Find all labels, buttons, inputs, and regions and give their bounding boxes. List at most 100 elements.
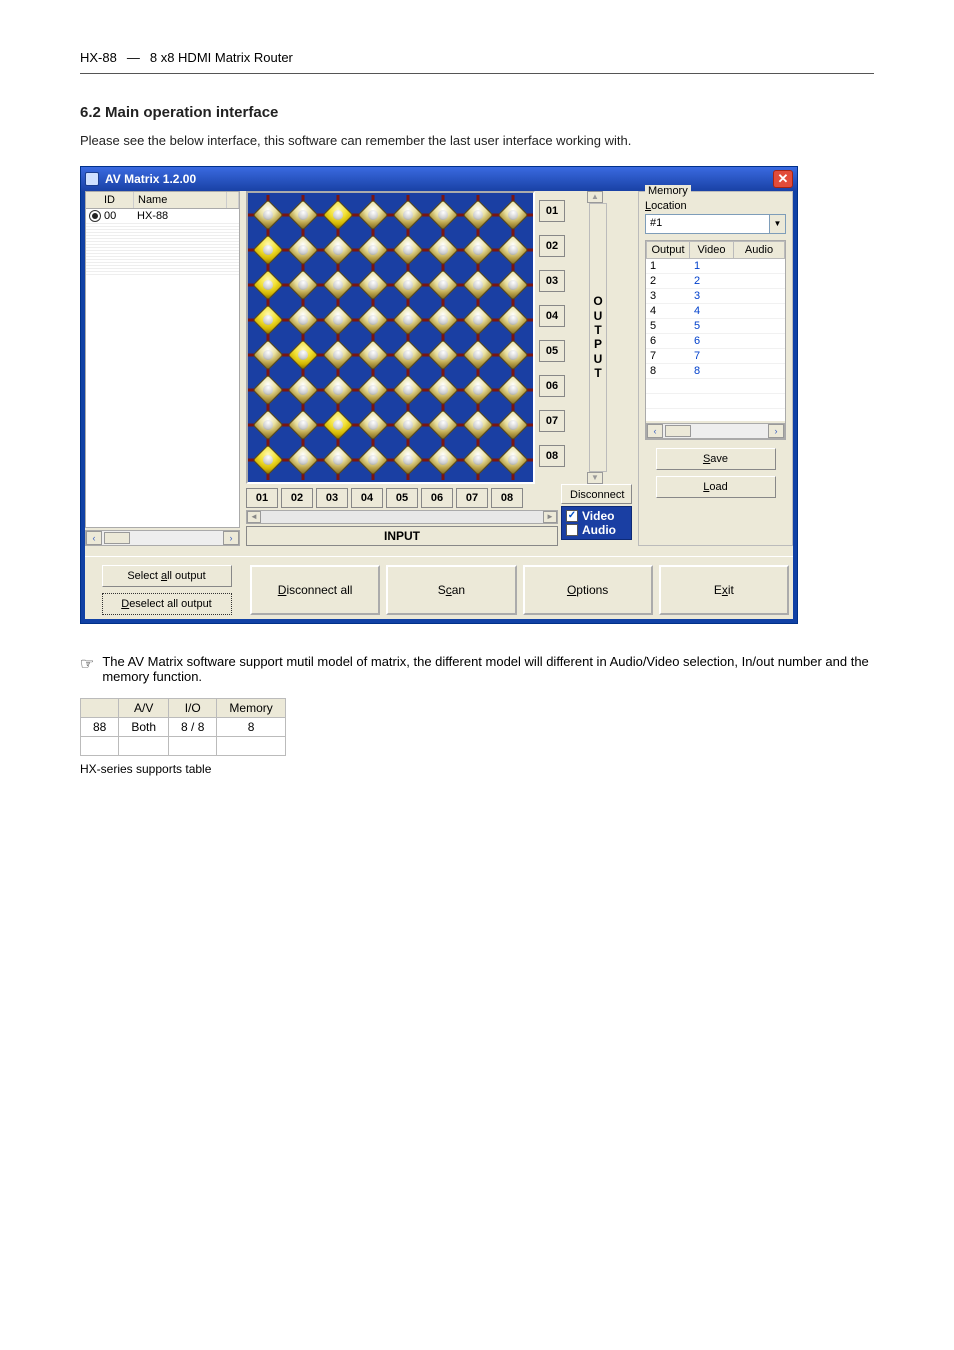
matrix-node[interactable]	[462, 409, 494, 441]
chevron-left-icon[interactable]: ‹	[86, 531, 102, 545]
matrix-node[interactable]	[497, 304, 529, 336]
matrix-node[interactable]	[357, 444, 389, 476]
matrix-node[interactable]	[392, 374, 424, 406]
matrix-node[interactable]	[287, 269, 319, 301]
memory-row[interactable]: 33	[646, 289, 785, 304]
output-label[interactable]: 01	[539, 200, 565, 222]
input-label[interactable]: 01	[246, 488, 278, 508]
output-label[interactable]: 08	[539, 445, 565, 467]
memory-row[interactable]: 11	[646, 259, 785, 274]
chevron-right-icon[interactable]: ›	[223, 531, 239, 545]
matrix-node[interactable]	[357, 304, 389, 336]
memory-row[interactable]: 88	[646, 364, 785, 379]
chevron-down-icon[interactable]: ▼	[587, 472, 603, 484]
device-row[interactable]	[86, 272, 239, 275]
matrix-node[interactable]	[427, 339, 459, 371]
matrix-node[interactable]	[357, 269, 389, 301]
matrix-node[interactable]	[392, 234, 424, 266]
matrix-node[interactable]	[497, 199, 529, 231]
scan-button[interactable]: Scan	[386, 565, 516, 615]
matrix-node[interactable]	[462, 199, 494, 231]
matrix-node[interactable]	[252, 304, 284, 336]
matrix-node[interactable]	[322, 374, 354, 406]
matrix-node[interactable]	[322, 339, 354, 371]
matrix-node[interactable]	[497, 269, 529, 301]
chevron-left-icon[interactable]: ‹	[647, 424, 663, 438]
matrix-node[interactable]	[252, 234, 284, 266]
matrix-node[interactable]	[392, 199, 424, 231]
matrix-node[interactable]	[497, 444, 529, 476]
chevron-right-icon[interactable]: ►	[543, 511, 557, 523]
memory-col-output[interactable]: Output	[646, 241, 690, 259]
memory-col-video[interactable]: Video	[690, 241, 734, 259]
matrix-node[interactable]	[497, 374, 529, 406]
device-col-name[interactable]: Name	[134, 192, 227, 208]
matrix-node[interactable]	[357, 199, 389, 231]
matrix-node[interactable]	[287, 444, 319, 476]
matrix-node[interactable]	[252, 444, 284, 476]
input-label[interactable]: 02	[281, 488, 313, 508]
memory-row[interactable]: 55	[646, 319, 785, 334]
output-label[interactable]: 04	[539, 305, 565, 327]
matrix-node[interactable]	[357, 339, 389, 371]
matrix-node[interactable]	[287, 339, 319, 371]
matrix-node[interactable]	[322, 444, 354, 476]
input-label[interactable]: 03	[316, 488, 348, 508]
memory-row[interactable]: 77	[646, 349, 785, 364]
location-combo[interactable]: #1 ▼	[645, 214, 786, 234]
matrix-node[interactable]	[252, 409, 284, 441]
matrix-node[interactable]	[427, 374, 459, 406]
input-label[interactable]: 04	[351, 488, 383, 508]
memory-row[interactable]: 44	[646, 304, 785, 319]
radio-icon[interactable]	[89, 210, 101, 222]
matrix-node[interactable]	[392, 339, 424, 371]
matrix-node[interactable]	[357, 409, 389, 441]
matrix-node[interactable]	[252, 339, 284, 371]
output-label[interactable]: 07	[539, 410, 565, 432]
matrix-node[interactable]	[287, 304, 319, 336]
load-button[interactable]: Load	[656, 476, 776, 498]
memory-col-audio[interactable]: Audio	[734, 241, 785, 259]
output-label[interactable]: 05	[539, 340, 565, 362]
matrix-node[interactable]	[497, 409, 529, 441]
input-label[interactable]: 07	[456, 488, 488, 508]
chevron-left-icon[interactable]: ◄	[247, 511, 261, 523]
matrix-node[interactable]	[287, 409, 319, 441]
select-all-output-button[interactable]: Select all output	[102, 565, 232, 587]
matrix-node[interactable]	[427, 304, 459, 336]
matrix-node[interactable]	[392, 269, 424, 301]
matrix-node[interactable]	[287, 199, 319, 231]
memory-scroll-thumb[interactable]	[665, 425, 691, 437]
memory-table-body[interactable]: 1122334455667788	[646, 259, 785, 421]
matrix-node[interactable]	[462, 304, 494, 336]
matrix-node[interactable]	[252, 269, 284, 301]
matrix-node[interactable]	[427, 444, 459, 476]
deselect-all-output-button[interactable]: Deselect all output	[102, 593, 232, 615]
matrix-node[interactable]	[322, 304, 354, 336]
matrix-node[interactable]	[357, 374, 389, 406]
video-checkbox[interactable]: ✓Video	[566, 509, 627, 523]
matrix-node[interactable]	[427, 234, 459, 266]
output-label[interactable]: 06	[539, 375, 565, 397]
device-list-body[interactable]: 00HX-88	[85, 209, 240, 528]
matrix-node[interactable]	[322, 234, 354, 266]
memory-row[interactable]: 66	[646, 334, 785, 349]
memory-hscroll[interactable]: ‹ ›	[646, 423, 785, 439]
input-label[interactable]: 08	[491, 488, 523, 508]
disconnect-button[interactable]: Disconnect	[561, 484, 632, 504]
input-hscroll[interactable]: ◄ ►	[246, 510, 558, 524]
matrix-node[interactable]	[427, 269, 459, 301]
device-scroll-thumb[interactable]	[104, 532, 130, 544]
matrix-node[interactable]	[322, 199, 354, 231]
matrix-node[interactable]	[392, 444, 424, 476]
device-list-hscroll[interactable]: ‹ ›	[85, 530, 240, 546]
matrix-node[interactable]	[462, 269, 494, 301]
matrix-node[interactable]	[322, 409, 354, 441]
chevron-right-icon[interactable]: ›	[768, 424, 784, 438]
matrix-node[interactable]	[497, 339, 529, 371]
chevron-down-icon[interactable]: ▼	[769, 215, 785, 233]
matrix-node[interactable]	[497, 234, 529, 266]
disconnect-all-button[interactable]: Disconnect all	[250, 565, 380, 615]
matrix-grid[interactable]	[252, 199, 529, 476]
memory-row[interactable]: 22	[646, 274, 785, 289]
